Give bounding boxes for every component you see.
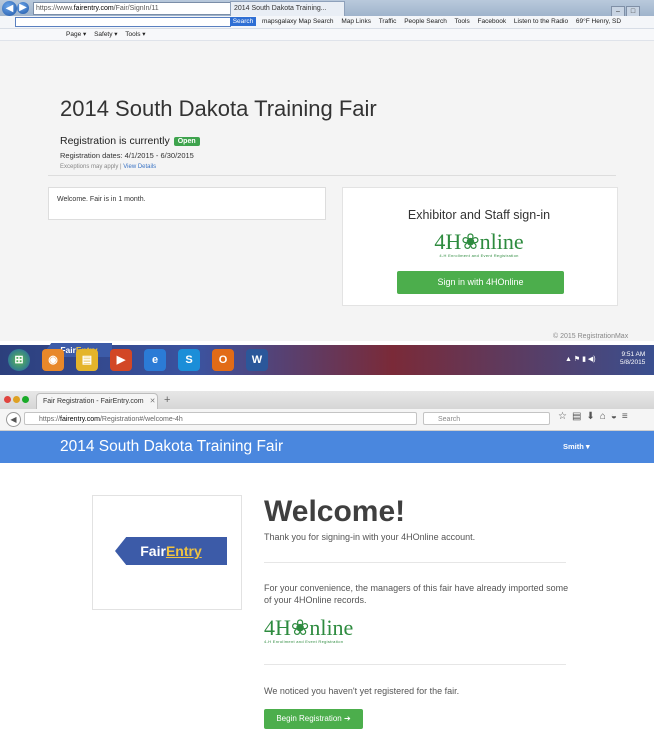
registration-status-line: Registration is currently Open	[60, 135, 200, 147]
site-title[interactable]: 2014 South Dakota Training Fair	[60, 438, 283, 456]
logo-text: nline	[309, 615, 354, 640]
toolbar-link[interactable]: mapsgalaxy Map Search	[262, 18, 334, 25]
media-player-icon[interactable]: ▶	[110, 349, 132, 371]
taskbar-clock[interactable]: 9:51 AM 5/8/2015	[620, 351, 645, 367]
4honline-logo: 4H❀nline 4-H Enrollment and Event Regist…	[342, 229, 616, 259]
divider	[264, 664, 566, 665]
window-controls: –□✕	[610, 0, 650, 36]
divider	[264, 562, 566, 563]
home-icon[interactable]: ⌂	[600, 411, 611, 422]
clover-icon: ❀	[290, 615, 310, 640]
fairentry-logo: FairEntry	[115, 537, 227, 565]
close-window-icon[interactable]	[4, 396, 11, 403]
minimize-window-icon[interactable]	[13, 396, 20, 403]
copyright: © 2015 RegistrationMax	[553, 333, 629, 340]
internet-explorer-icon[interactable]: e	[144, 349, 166, 371]
back-arrow-icon[interactable]: ◀	[2, 1, 17, 16]
logo-tagline: 4-H Enrollment and Event Registration	[439, 253, 519, 258]
not-registered-text: We noticed you haven't yet registered fo…	[264, 686, 460, 696]
arrow-circle-icon: ➔	[343, 714, 351, 723]
search-input[interactable]	[15, 17, 231, 27]
search-button[interactable]: Search	[230, 17, 256, 26]
toolbar-link[interactable]: Tools	[455, 18, 470, 25]
signin-heading: Exhibitor and Staff sign-in	[407, 208, 551, 222]
ff-tab[interactable]: Fair Registration - FairEntry.com ✕	[36, 393, 158, 409]
word-icon[interactable]: W	[246, 349, 268, 371]
clock-date: 5/8/2015	[620, 359, 646, 366]
toolbar-link[interactable]: Map Links	[341, 18, 371, 25]
exceptions-note: Exceptions may apply | View Details	[60, 164, 157, 170]
logo-text: 4H	[434, 229, 462, 254]
view-details-link[interactable]: View Details	[123, 164, 156, 170]
separator-gap	[0, 375, 654, 391]
ie-tab[interactable]: 2014 South Dakota Training...	[230, 1, 345, 16]
downloads-icon[interactable]: ⬇	[586, 411, 599, 422]
begin-registration-label: Begin Registration	[276, 714, 342, 723]
logo-tagline: 4-H Enrollment and Event Registration	[264, 639, 344, 644]
clover-icon: ❀	[461, 229, 480, 254]
welcome-heading: Welcome!	[264, 495, 406, 528]
folder-icon[interactable]: ▤	[76, 349, 98, 371]
status-badge: Open	[173, 137, 200, 146]
ie-address-bar[interactable]: https://www.fairentry.com/Fair/SignIn/11	[33, 2, 232, 15]
bookmark-star-icon[interactable]: ☆	[558, 411, 572, 422]
user-menu[interactable]: Smith ▾	[563, 442, 590, 451]
welcome-message-box: Welcome. Fair is in 1 month.	[48, 187, 326, 220]
forward-arrow-icon[interactable]: ▶	[17, 2, 29, 14]
menu-safety[interactable]: Safety ▾	[94, 31, 118, 38]
toolbar-link[interactable]: Facebook	[478, 18, 507, 25]
menu-icon[interactable]: ≡	[622, 411, 633, 422]
back-icon[interactable]: ◀	[6, 412, 21, 427]
menu-page[interactable]: Page ▾	[66, 31, 86, 38]
thank-you-text: Thank you for signing-in with your 4HOnl…	[264, 532, 476, 542]
ff-search-input[interactable]: Search	[423, 412, 550, 425]
convenience-text: For your convenience, the managers of th…	[264, 583, 569, 605]
logo-text: 4H	[264, 615, 291, 640]
reading-list-icon[interactable]: ▤	[572, 411, 586, 422]
ie-command-bar: Page ▾ Safety ▾ Tools ▾	[0, 29, 654, 41]
divider	[48, 175, 616, 176]
firefox-icon[interactable]: ◉	[42, 349, 64, 371]
ff-tab-title: Fair Registration - FairEntry.com	[43, 398, 144, 405]
start-button-icon[interactable]: ⊞	[8, 349, 30, 371]
toolbar-links: mapsgalaxy Map Search Map Links Traffic …	[262, 16, 627, 28]
zoom-window-icon[interactable]	[22, 396, 29, 403]
pocket-icon[interactable]: ◒	[611, 411, 622, 422]
page-title: 2014 South Dakota Training Fair	[60, 96, 377, 121]
ff-toolbar-icons: ☆▤⬇⌂◒≡	[558, 411, 633, 422]
exceptions-text: Exceptions may apply	[60, 164, 119, 170]
new-tab-icon[interactable]: +	[164, 394, 170, 406]
4honline-logo: 4H❀nline 4-H Enrollment and Event Regist…	[264, 615, 354, 645]
toolbar-link[interactable]: Listen to the Radio	[514, 18, 568, 25]
ie-tab-title: 2014 South Dakota Training...	[234, 5, 327, 12]
logo-text: nline	[479, 229, 524, 254]
toolbar-link[interactable]: 69°F Henry, SD	[576, 18, 621, 25]
begin-registration-button[interactable]: Begin Registration ➔	[264, 709, 363, 729]
url-bar[interactable]: https://fairentry.com/Registration#/welc…	[24, 412, 417, 425]
registration-label: Registration is currently	[60, 135, 170, 147]
toolbar-link[interactable]: Traffic	[379, 18, 397, 25]
signin-4honline-button[interactable]: Sign in with 4HOnline	[397, 271, 564, 294]
menu-tools[interactable]: Tools ▾	[125, 31, 145, 38]
toolbar-link[interactable]: People Search	[404, 18, 447, 25]
outlook-icon[interactable]: O	[212, 349, 234, 371]
tab-close-icon[interactable]: ✕	[150, 398, 156, 405]
system-tray-icons[interactable]: ▲ ⚑ ▮ ◀)	[565, 355, 596, 363]
registration-dates: Registration dates: 4/1/2015 - 6/30/2015	[60, 151, 194, 160]
skype-icon[interactable]: S	[178, 349, 200, 371]
clock-time: 9:51 AM	[621, 351, 646, 358]
